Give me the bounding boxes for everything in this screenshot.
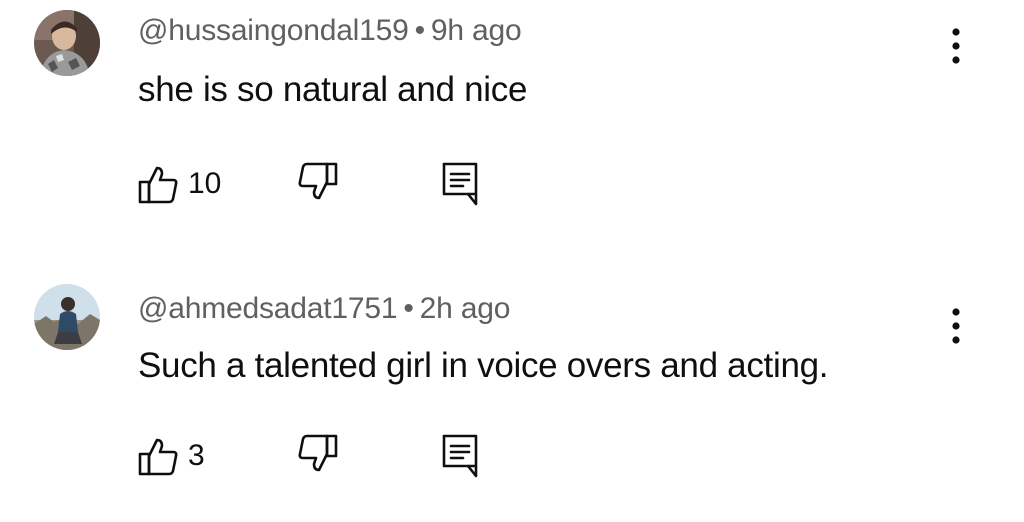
reply-button[interactable] (438, 160, 486, 208)
dislike-button[interactable] (296, 160, 344, 208)
comment-username[interactable]: @ahmedsadat1751 (138, 292, 398, 325)
meta-separator: • (403, 292, 414, 325)
comment-time[interactable]: 9h ago (431, 14, 522, 47)
reply-comment-icon (438, 160, 486, 208)
comment-item: @hussaingondal159 • 9h ago she is so natur… (0, 0, 1024, 252)
avatar-image (34, 10, 100, 76)
comment-item: @ahmedsadat1751 • 2h ago Such a talented g… (0, 270, 1024, 522)
like-button[interactable]: 3 (136, 432, 205, 480)
thumbs-up-icon (136, 434, 180, 478)
avatar[interactable] (34, 284, 100, 350)
more-vertical-icon[interactable] (940, 302, 972, 350)
like-button[interactable]: 10 (136, 160, 221, 208)
more-vertical-icon[interactable] (940, 22, 972, 70)
thumbs-down-icon (296, 432, 344, 476)
avatar-image (34, 284, 100, 350)
comment-username[interactable]: @hussaingondal159 (138, 14, 409, 47)
comment-text: Such a talented girl in voice overs and … (138, 346, 829, 385)
comment-time[interactable]: 2h ago (420, 292, 511, 325)
like-count: 3 (188, 439, 205, 472)
comment-text: she is so natural and nice (138, 70, 528, 109)
reply-comment-icon (438, 432, 486, 480)
thumbs-up-icon (136, 162, 180, 206)
comment-meta: @ahmedsadat1751 • 2h ago (138, 292, 510, 326)
meta-separator: • (414, 14, 426, 47)
thumbs-down-icon (296, 160, 344, 204)
reply-button[interactable] (438, 432, 486, 480)
avatar[interactable] (34, 10, 100, 76)
comment-meta: @hussaingondal159 • 9h ago (138, 14, 522, 48)
comment-actions: 3 (136, 432, 536, 480)
comment-actions: 10 (136, 160, 536, 208)
like-count: 10 (188, 167, 222, 200)
dislike-button[interactable] (296, 432, 344, 480)
